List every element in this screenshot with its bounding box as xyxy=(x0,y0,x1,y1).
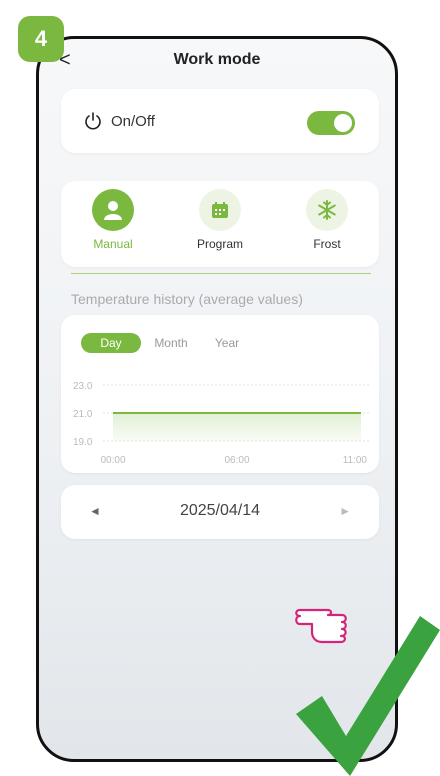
person-icon xyxy=(92,189,134,231)
calendar-icon xyxy=(199,189,241,231)
current-date: 2025/04/14 xyxy=(179,502,261,519)
mode-selector: Manual Program Frost xyxy=(61,181,379,267)
power-label: On/Off xyxy=(111,113,155,130)
mode-program[interactable]: Program xyxy=(180,189,260,251)
temperature-chart: 23.0 21.0 19.0 00:00 06:00 11:00 xyxy=(73,381,369,466)
y-tick-label: 21.0 xyxy=(73,409,93,420)
power-card: On/Off xyxy=(61,89,379,153)
series-area xyxy=(113,413,361,441)
snowflake-icon xyxy=(306,189,348,231)
x-tick-label: 06:00 xyxy=(224,455,249,466)
step-badge: 4 xyxy=(18,16,64,62)
power-icon xyxy=(85,112,101,130)
x-tick-label: 00:00 xyxy=(100,455,125,466)
mode-label: Frost xyxy=(313,237,341,251)
checkmark-icon xyxy=(296,616,440,776)
toggle-knob xyxy=(334,114,352,132)
history-title: Temperature history (average values) xyxy=(71,291,303,307)
date-navigator: ◄ 2025/04/14 ► xyxy=(61,485,379,539)
y-tick-label: 19.0 xyxy=(73,437,93,448)
page-title: Work mode xyxy=(173,51,261,68)
power-toggle[interactable] xyxy=(307,111,355,135)
divider xyxy=(71,273,371,274)
y-tick-label: 23.0 xyxy=(73,381,93,392)
mode-frost[interactable]: Frost xyxy=(287,189,367,251)
mode-label: Manual xyxy=(93,237,133,251)
mode-manual[interactable]: Manual xyxy=(73,189,153,251)
mode-label: Program xyxy=(196,237,243,251)
temperature-chart-card: Day Month Year 23.0 21.0 19.0 00:00 06:00 11:… xyxy=(61,315,379,473)
next-date-button[interactable]: ► xyxy=(339,504,351,518)
x-tick-label: 11:00 xyxy=(343,455,368,466)
header: < Work mode xyxy=(39,39,395,83)
